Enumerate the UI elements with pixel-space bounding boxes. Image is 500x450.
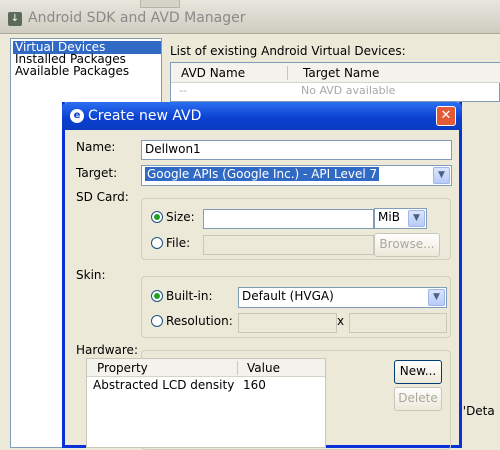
builtin-radio[interactable] xyxy=(151,290,163,302)
size-unit-value: MiB xyxy=(378,210,400,224)
chevron-down-icon[interactable]: ▼ xyxy=(408,210,425,227)
app-title: Android SDK and AVD Manager xyxy=(28,10,246,26)
resolution-x-label: x xyxy=(337,314,345,328)
column-target-name[interactable]: Target Name xyxy=(303,66,379,80)
sidebar-item-available-packages[interactable]: Available Packages xyxy=(13,65,131,78)
browse-button[interactable]: Browse... xyxy=(374,233,440,257)
dialog-app-icon: e xyxy=(70,109,84,123)
target-label: Target: xyxy=(76,166,118,180)
hardware-table-header: Property Value xyxy=(87,359,325,377)
resolution-width-input[interactable] xyxy=(238,313,337,333)
column-separator xyxy=(237,361,238,375)
avd-list-caption: List of existing Android Virtual Devices… xyxy=(170,44,406,58)
avd-table[interactable]: AVD Name Target Name -- No AVD available xyxy=(170,62,500,102)
hardware-label: Hardware: xyxy=(76,343,138,357)
close-icon[interactable]: ✕ xyxy=(436,106,456,126)
sdcard-label: SD Card: xyxy=(76,190,129,204)
hardware-properties-table[interactable]: Property Value Abstracted LCD density 16… xyxy=(86,358,326,448)
builtin-label: Built-in: xyxy=(166,289,213,303)
resolution-radio[interactable] xyxy=(151,315,163,327)
target-select[interactable]: Google APIs (Google Inc.) - API Level 7 … xyxy=(141,165,452,186)
title-tab-fragment xyxy=(140,0,180,8)
builtin-skin-select[interactable]: Default (HVGA) ▼ xyxy=(238,287,447,308)
column-property[interactable]: Property xyxy=(97,361,148,375)
file-radio[interactable] xyxy=(151,237,163,249)
column-avd-name[interactable]: AVD Name xyxy=(181,66,245,80)
builtin-skin-value: Default (HVGA) xyxy=(242,289,334,303)
dialog-title-bar[interactable]: e Create new AVD ✕ xyxy=(62,102,462,130)
app-icon: ↓ xyxy=(8,12,22,26)
dialog-title: Create new AVD xyxy=(88,108,202,124)
name-label: Name: xyxy=(76,140,116,154)
target-selected-value: Google APIs (Google Inc.) - API Level 7 xyxy=(145,167,380,181)
column-separator xyxy=(287,66,288,80)
property-cell: Abstracted LCD density xyxy=(93,378,235,392)
delete-property-button[interactable]: Delete xyxy=(394,387,442,411)
new-property-button[interactable]: New... xyxy=(394,360,442,384)
value-cell: 160 xyxy=(243,378,266,392)
name-input[interactable]: Dellwon1 xyxy=(141,140,452,160)
chevron-down-icon[interactable]: ▼ xyxy=(428,289,445,306)
avd-table-header: AVD Name Target Name xyxy=(171,63,500,83)
chevron-down-icon[interactable]: ▼ xyxy=(433,167,450,184)
size-unit-select[interactable]: MiB ▼ xyxy=(374,208,427,229)
empty-target-name: No AVD available xyxy=(301,84,396,97)
file-label: File: xyxy=(166,236,191,250)
resolution-height-input[interactable] xyxy=(349,313,447,333)
size-input[interactable] xyxy=(203,209,374,229)
radio-selected-dot xyxy=(154,214,160,220)
empty-avd-name: -- xyxy=(179,84,187,97)
size-radio[interactable] xyxy=(151,211,163,223)
radio-selected-dot xyxy=(154,293,160,299)
size-label: Size: xyxy=(166,210,195,224)
resolution-label: Resolution: xyxy=(166,314,233,328)
table-row[interactable]: Abstracted LCD density 160 xyxy=(87,378,325,392)
column-value[interactable]: Value xyxy=(247,361,280,375)
file-input[interactable] xyxy=(203,235,374,255)
skin-label: Skin: xyxy=(76,268,106,282)
